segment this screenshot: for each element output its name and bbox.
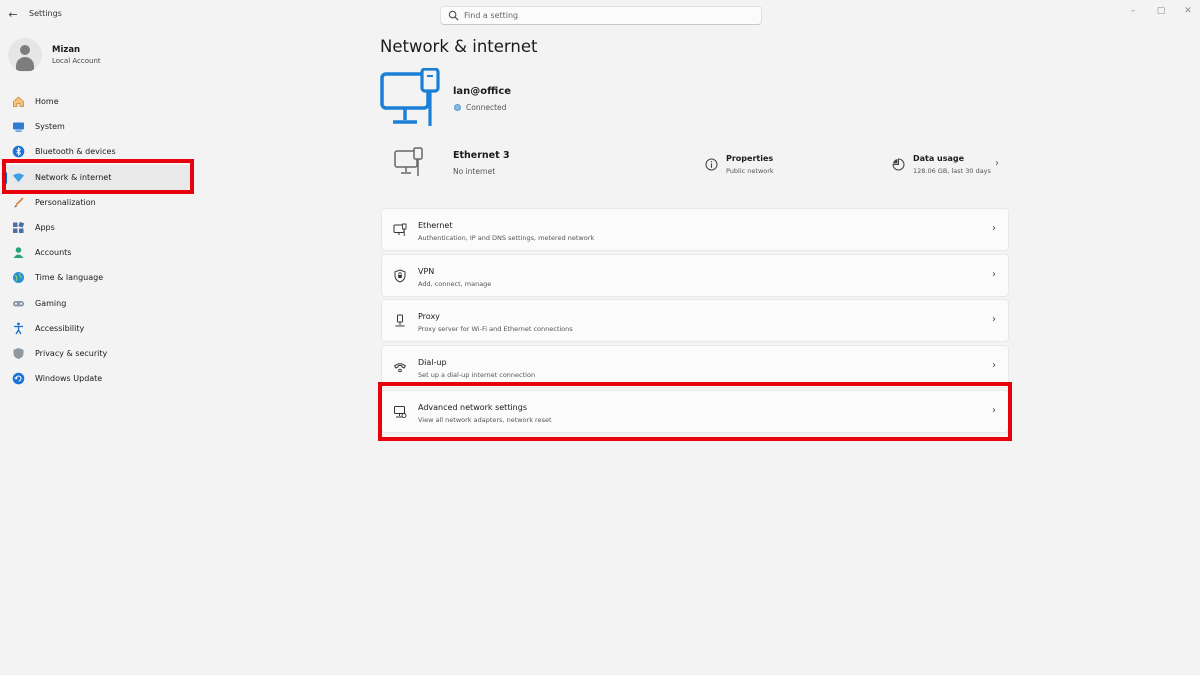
close-button[interactable]: ✕ <box>1181 5 1195 17</box>
accessibility-icon <box>12 322 25 335</box>
chevron-right-icon: › <box>992 268 996 280</box>
sidebar-item-time-language[interactable]: Time & language <box>4 265 190 290</box>
sidebar-item-gaming[interactable]: Gaming <box>4 291 190 316</box>
user-profile[interactable]: Mizan Local Account <box>8 38 188 72</box>
info-icon[interactable] <box>705 158 718 171</box>
dialup-card-subtitle: Set up a dial-up internet connection <box>418 370 536 379</box>
chevron-right-icon: › <box>992 314 996 325</box>
apps-icon <box>12 221 25 234</box>
sidebar-item-system[interactable]: System <box>4 114 190 139</box>
adapter-status: No internet <box>453 167 496 176</box>
vpn-card-subtitle: Add, connect, manage <box>418 279 492 288</box>
sidebar-item-accounts[interactable]: Accounts <box>4 240 190 265</box>
profile-name: Mizan <box>52 45 81 55</box>
data-usage-subtitle: 128.06 GB, last 30 days <box>913 167 991 175</box>
highlight-box-advanced <box>378 382 1012 441</box>
bluetooth-icon <box>12 145 25 158</box>
search-box[interactable] <box>440 6 762 25</box>
dialup-card-title: Dial-up <box>418 357 447 367</box>
chevron-right-icon: › <box>992 223 996 234</box>
title-bar: ← Settings – ▢ ✕ <box>0 0 1200 30</box>
brush-icon <box>12 196 25 209</box>
profile-account-type: Local Account <box>52 57 101 65</box>
chevron-right-icon: › <box>992 359 996 371</box>
sidebar-item-windows-update[interactable]: Windows Update <box>4 366 190 391</box>
ethernet-card-title: Ethernet <box>418 221 453 230</box>
avatar <box>8 38 42 72</box>
ethernet-icon <box>393 223 407 236</box>
app-title: Settings <box>29 9 62 18</box>
search-input[interactable] <box>464 8 754 23</box>
proxy-card-subtitle: Proxy server for Wi-Fi and Ethernet conn… <box>418 325 573 333</box>
maximize-button[interactable]: ▢ <box>1154 5 1168 17</box>
data-usage-link[interactable]: Data usage <box>913 154 964 163</box>
ethernet-adapter-icon <box>394 147 423 176</box>
sidebar-item-home[interactable]: Home <box>4 89 190 114</box>
gamepad-icon <box>12 297 25 310</box>
adapter-name: Ethernet 3 <box>453 150 510 161</box>
sidebar-item-accessibility[interactable]: Accessibility <box>4 316 190 341</box>
sidebar-nav: Home System Bluetooth & devices Network … <box>4 89 190 391</box>
data-usage-icon[interactable] <box>892 158 905 171</box>
proxy-card[interactable]: Proxy Proxy server for Wi-Fi and Etherne… <box>381 299 1009 342</box>
connected-status-icon <box>454 104 461 111</box>
accounts-icon <box>12 246 25 259</box>
proxy-icon <box>395 314 405 327</box>
minimize-button[interactable]: – <box>1126 5 1140 17</box>
vpn-card[interactable]: VPN Add, connect, manage › <box>381 253 1009 297</box>
properties-link[interactable]: Properties <box>726 154 773 163</box>
vpn-shield-icon <box>394 268 406 283</box>
search-icon <box>448 10 459 21</box>
vpn-card-title: VPN <box>418 266 435 276</box>
update-icon <box>12 372 25 385</box>
back-button[interactable]: ← <box>6 7 20 23</box>
highlight-box-network <box>2 159 194 194</box>
ethernet-card-subtitle: Authentication, IP and DNS settings, met… <box>418 234 595 242</box>
home-icon <box>12 95 25 108</box>
sidebar-item-privacy-security[interactable]: Privacy & security <box>4 341 190 366</box>
proxy-card-title: Proxy <box>418 312 440 321</box>
globe-icon <box>12 271 25 284</box>
system-icon <box>12 120 25 133</box>
connection-status: Connected <box>466 103 507 112</box>
page-title: Network & internet <box>380 37 538 56</box>
chevron-right-icon[interactable]: › <box>995 158 999 169</box>
ethernet-monitor-icon <box>380 68 440 126</box>
connection-name: lan@office <box>453 86 512 97</box>
sidebar-item-apps[interactable]: Apps <box>4 215 190 240</box>
ethernet-card[interactable]: Ethernet Authentication, IP and DNS sett… <box>381 208 1009 251</box>
dialup-icon <box>393 362 407 372</box>
shield-icon <box>12 347 25 360</box>
properties-subtitle: Public network <box>726 167 774 175</box>
